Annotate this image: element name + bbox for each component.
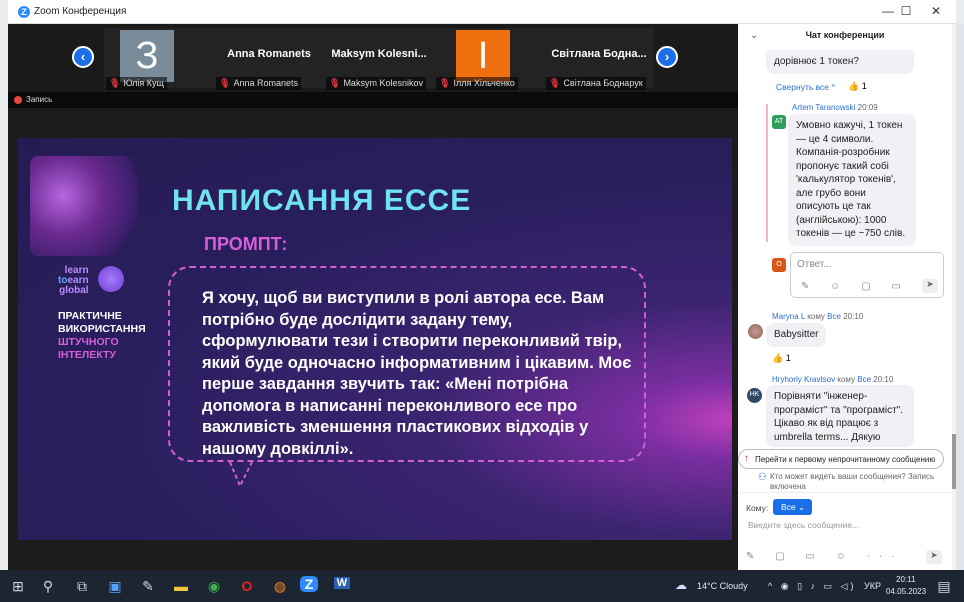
privacy-icon: ⚇ — [758, 472, 767, 483]
participant-display-name: Anna Romanets — [227, 48, 311, 60]
participant-tile[interactable]: Світлана Бодна... 🎙 Світлана Боднарук — [544, 28, 654, 90]
thread-line — [766, 104, 768, 242]
participant-name: 🎙 Світлана Боднарук — [546, 77, 646, 90]
chrome-icon[interactable]: ◉ — [202, 578, 226, 595]
notifications-icon[interactable]: ▤ — [932, 578, 956, 595]
privacy-note[interactable]: Кто может видеть ваши сообщения? Запись … — [770, 472, 940, 492]
muted-mic-icon: 🎙 — [109, 78, 121, 88]
window-title: Zoom Конференция — [34, 6, 127, 17]
muted-mic-icon: 🎙 — [549, 78, 561, 88]
chat-scrollbar[interactable] — [952, 24, 956, 570]
recipient-dropdown[interactable]: Все ⌄ — [773, 499, 812, 515]
clock-date[interactable]: 04.05.2023 — [886, 587, 926, 596]
weather[interactable]: 14°C Cloudy — [697, 581, 748, 591]
avatar: HK — [747, 388, 762, 403]
desktop-background — [956, 24, 964, 570]
participant-display-name: Світлана Бодна... — [551, 48, 647, 60]
collapse-all-link[interactable]: Свернуть все ^ — [776, 82, 835, 92]
language-indicator[interactable]: УКР — [864, 581, 881, 591]
bubble-tail — [229, 461, 253, 488]
search-icon[interactable]: ⚲ — [36, 578, 60, 595]
chat-message-bubble: дорівнює 1 токен? — [766, 50, 914, 74]
shared-slide: learn toearn global ПРАКТИЧНЕ ВИКОРИСТАНН… — [18, 138, 732, 540]
taskbar: ⊞ ⚲ ⧉ ▣ ✎ ▬ ◉ O ◍ Z W ☁ 14°C Cloudy ^ ◉ … — [0, 570, 964, 602]
chevron-down-icon: ⌄ — [798, 502, 806, 512]
send-button[interactable]: ➤ — [926, 550, 942, 564]
app-icon[interactable]: ✎ — [136, 578, 160, 595]
participant-name: 🎙 Юлія Кущ — [106, 77, 167, 90]
message-meta: Maryna L кому Все 20:10 — [772, 312, 864, 321]
app-icon[interactable]: ▣ — [103, 578, 127, 595]
next-page-button[interactable]: › — [656, 46, 678, 68]
course-title: ПРАКТИЧНЕ ВИКОРИСТАННЯ ШТУЧНОГО ІНТЕЛЕКТУ — [58, 310, 146, 361]
participant-display-name: Maksym Kolesni... — [331, 48, 427, 60]
jump-to-unread-button[interactable]: ↑ Перейти к первому непрочитанному сообще… — [738, 449, 944, 469]
title-bar: Z Zoom Конференция — ☐ ✕ — [8, 0, 956, 24]
treasure-chest-image — [30, 156, 140, 256]
learn-to-earn-logo: learn toearn global — [58, 265, 89, 296]
recording-icon — [14, 96, 22, 104]
participant-name: 🎙 Maksym Kolesnikov — [326, 77, 426, 90]
participant-name: 🎙 Anna Romanets — [216, 77, 301, 90]
participant-tile[interactable]: І 🎙 Ілля Хільченко — [434, 28, 544, 90]
prompt-text: Я хочу, щоб ви виступили в ролі автора е… — [202, 289, 632, 458]
start-icon[interactable]: ⊞ — [6, 578, 30, 595]
clock-time[interactable]: 20:11 — [896, 575, 915, 584]
participant-name: 🎙 Ілля Хільченко — [436, 77, 518, 90]
zoom-icon[interactable]: Z — [300, 576, 318, 592]
zoom-logo-icon: Z — [18, 6, 30, 18]
message-meta: Artem Taranowski 20:09 — [792, 103, 878, 112]
avatar: І — [456, 30, 510, 82]
muted-mic-icon: 🎙 — [439, 78, 451, 88]
chat-message-bubble: Babysitter — [766, 323, 826, 347]
chat-title: Чат конференции — [805, 30, 885, 40]
slide-title: НАПИСАННЯ ЕССЕ — [172, 184, 472, 217]
opera-icon[interactable]: O — [235, 578, 259, 594]
chat-panel: ⌄ Чат конференции дорівнює 1 токен? Свер… — [738, 24, 952, 570]
message-meta: Hryhoriy Kravtsov кому Все 20:10 — [772, 375, 894, 384]
message-tools[interactable]: ✎ ▢ ▭ ☺ ··· — [746, 551, 904, 562]
send-reply-button[interactable]: ➤ — [922, 279, 938, 293]
avatar — [748, 324, 763, 339]
recording-label: Запись — [26, 95, 53, 104]
prev-page-button[interactable]: ‹ — [72, 46, 94, 68]
participant-tile[interactable]: З 🎙 Юлія Кущ — [104, 28, 214, 90]
participant-tile[interactable]: Maksym Kolesni... 🎙 Maksym Kolesnikov — [324, 28, 434, 90]
avatar: О — [772, 258, 786, 272]
close-button[interactable]: ✕ — [926, 4, 946, 18]
system-tray-icons[interactable]: ^ ◉ ▯ ♪ ▭ ◁) — [768, 581, 856, 592]
reaction-thumbs-up[interactable]: 👍 1 — [772, 353, 791, 364]
to-label: Кому: — [746, 503, 769, 513]
slide-subtitle: ПРОМПТ: — [204, 234, 288, 254]
muted-mic-icon: 🎙 — [219, 78, 231, 88]
reaction-thumbs-up[interactable]: 👍 1 — [848, 81, 867, 92]
reply-input[interactable]: Ответ... ✎ ☺ ▢ ▭ ➤ — [790, 252, 944, 298]
divider — [738, 492, 952, 493]
firefox-icon[interactable]: ◍ — [268, 578, 292, 595]
meeting-area: ‹ З 🎙 Юлія Кущ Anna Romanets 🎙 Anna Romane… — [8, 24, 738, 570]
chat-message-bubble: Порівняти "інженер-програміст" та "прогр… — [766, 385, 914, 447]
avatar: З — [120, 30, 174, 82]
chat-message-bubble: Умовно кажучі, 1 токен — це 4 символи. К… — [788, 114, 916, 246]
scrollbar-thumb[interactable] — [952, 434, 956, 489]
word-icon[interactable]: W — [334, 577, 350, 589]
muted-mic-icon: 🎙 — [329, 78, 341, 88]
maximize-button[interactable]: ☐ — [896, 4, 916, 18]
cloud-icon: ☁ — [675, 578, 687, 592]
reply-tools: ✎ ☺ ▢ ▭ — [801, 281, 910, 292]
participant-strip: ‹ З 🎙 Юлія Кущ Anna Romanets 🎙 Anna Romane… — [8, 24, 738, 92]
task-view-icon[interactable]: ⧉ — [70, 578, 94, 595]
globe-icon — [98, 266, 124, 292]
arrow-up-icon: ↑ — [744, 453, 749, 464]
recording-bar: Запись — [8, 92, 738, 108]
avatar: AT — [772, 115, 786, 129]
minimize-button[interactable]: — — [878, 4, 898, 18]
participant-tile[interactable]: Anna Romanets 🎙 Anna Romanets — [214, 28, 324, 90]
file-explorer-icon[interactable]: ▬ — [169, 578, 193, 594]
message-input[interactable]: Введите здесь сообщение... — [748, 520, 859, 530]
